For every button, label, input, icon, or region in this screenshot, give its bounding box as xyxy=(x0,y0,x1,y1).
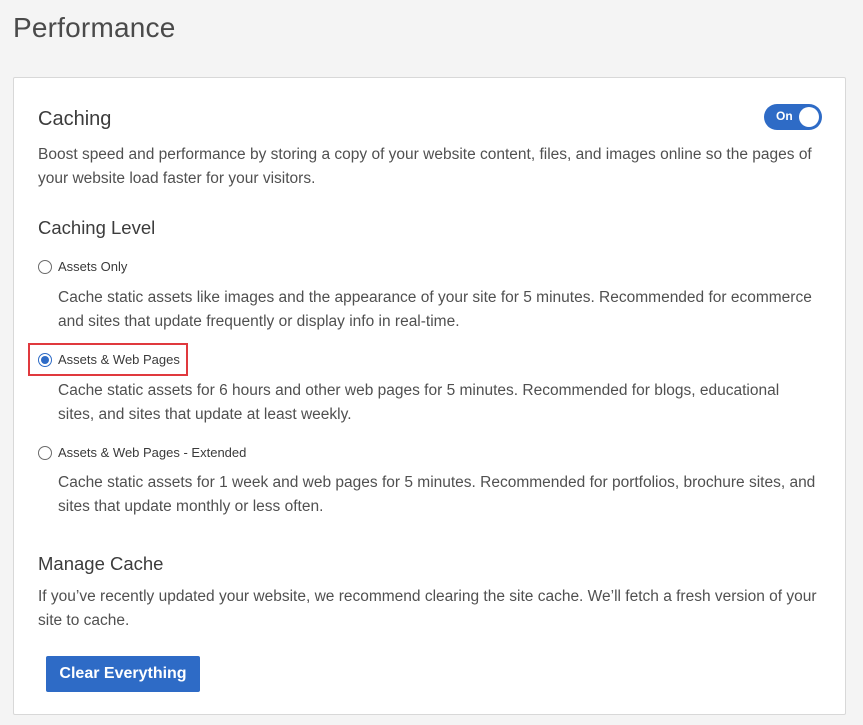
caching-description: Boost speed and performance by storing a… xyxy=(38,146,812,187)
radio-button-assets-only[interactable] xyxy=(38,259,52,274)
performance-card: Caching On Boost speed and performance b… xyxy=(13,77,846,715)
toggle-label: On xyxy=(776,109,793,123)
radio-button-assets-web-pages-extended[interactable] xyxy=(38,445,52,460)
radio-option-assets-web-pages[interactable]: Assets & Web Pages xyxy=(38,352,180,367)
manage-cache-description: If you’ve recently updated your website,… xyxy=(38,588,817,629)
radio-button-assets-web-pages[interactable] xyxy=(38,352,52,367)
radio-label: Assets Only xyxy=(58,259,128,274)
caching-level-title: Caching Level xyxy=(38,217,156,238)
radio-label: Assets & Web Pages xyxy=(58,352,180,367)
page-title: Performance xyxy=(13,12,176,43)
caching-title: Caching xyxy=(38,108,112,130)
toggle-knob xyxy=(799,107,819,127)
clear-everything-button[interactable]: Clear Everything xyxy=(46,656,200,692)
option-description: Cache static assets for 6 hours and othe… xyxy=(58,382,780,423)
option-description: Cache static assets for 1 week and web p… xyxy=(58,474,816,515)
caching-toggle[interactable]: On xyxy=(764,104,822,130)
option-description: Cache static assets like images and the … xyxy=(58,289,812,330)
radio-option-assets-web-pages-extended[interactable]: Assets & Web Pages - Extended xyxy=(38,445,246,460)
radio-option-assets-only[interactable]: Assets Only xyxy=(38,259,127,274)
manage-cache-title: Manage Cache xyxy=(38,553,164,574)
radio-label: Assets & Web Pages - Extended xyxy=(58,445,247,460)
